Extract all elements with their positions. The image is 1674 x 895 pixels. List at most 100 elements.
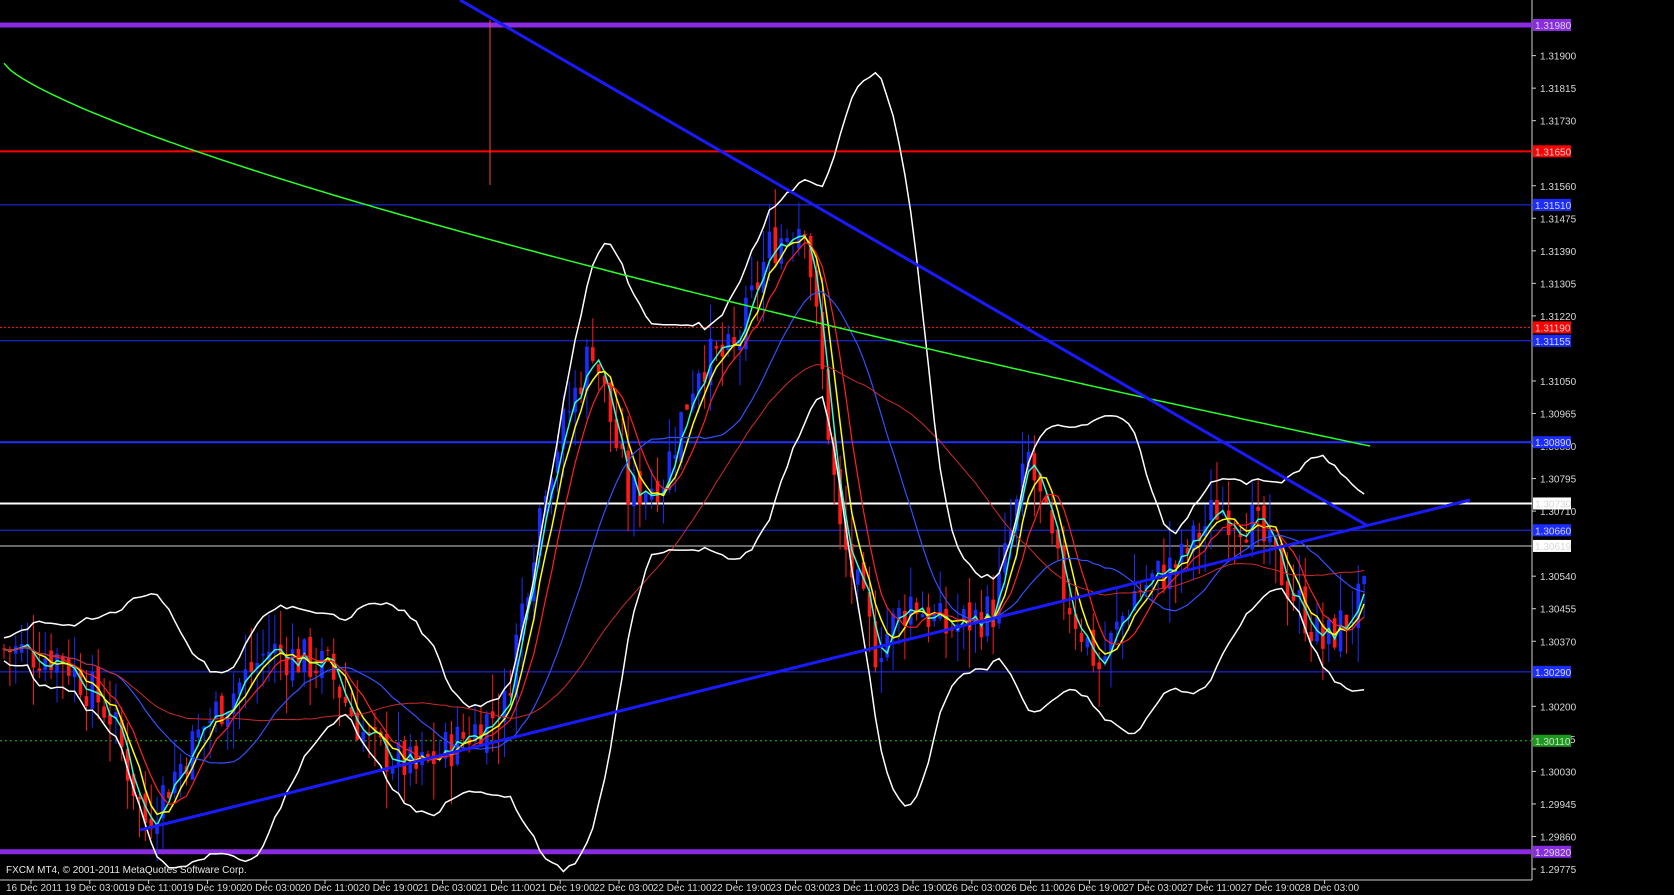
time-tick-label: 16 Dec 2011 [6,883,62,894]
candle-body [296,648,301,673]
candle-body [773,227,778,263]
time-tick-label: 21 Dec 03:00 [418,883,478,894]
candle-body [685,404,689,410]
candle-body [797,228,801,249]
price-tick-label: 1.30455 [1540,605,1577,616]
time-tick-label: 27 Dec 19:00 [1241,883,1301,894]
candle-body [314,670,318,674]
candle-body [102,706,106,718]
time-tick-label: 19 Dec 11:00 [124,883,183,894]
ma-mid-line [3,235,1365,816]
candle-body [337,686,342,698]
time-tick-label: 20 Dec 03:00 [241,883,301,894]
bollinger-upper-line [3,71,1365,709]
candle-body [1209,500,1213,521]
candle-body [261,653,265,656]
price-chart[interactable]: 1.31900 1.31815 1.31730 1.31560 1.31475 1.313… [0,0,1674,895]
time-tick-label: 19 Dec 19:00 [182,883,242,894]
candle-body [196,729,201,738]
candle-body [714,346,719,349]
time-tick-label: 19 Dec 03:00 [65,883,125,894]
time-tick-label: 21 Dec 19:00 [535,883,595,894]
candle-body [461,732,466,739]
copyright-watermark: FXCM MT4, © 2001-2011 MetaQuotes Softwar… [6,865,247,876]
time-tick-label: 23 Dec 19:00 [888,883,948,894]
candle-body [66,657,71,676]
time-tick-label: 22 Dec 03:00 [594,883,654,894]
level-tag-label: 1.30619 [1535,542,1572,553]
price-tick-label: 1.31305 [1540,279,1577,290]
price-tick-label: 1.31560 [1540,182,1577,193]
time-tick-label: 27 Dec 03:00 [1123,883,1183,894]
candle-body [938,602,942,619]
ma-blue-line [3,290,1365,764]
price-tick-label: 1.30540 [1540,572,1577,583]
price-tick-label: 1.30370 [1540,637,1577,648]
trendline-support [139,498,1471,832]
time-tick-label: 23 Dec 03:00 [770,883,830,894]
candle-body [855,569,860,585]
candle-body [1262,505,1266,542]
level-tag-label: 1.31510 [1535,201,1572,212]
candle-body [767,231,772,259]
candle-body [1079,632,1084,642]
candle-body [137,797,142,800]
price-tick-label: 1.30965 [1540,410,1577,421]
time-tick-label: 20 Dec 11:00 [300,883,359,894]
candle-body [96,666,101,703]
candle-body [643,493,648,503]
time-tick-label: 26 Dec 03:00 [947,883,1007,894]
candle-body [249,662,254,672]
candle-body [84,696,89,707]
time-tick-label: 23 Dec 11:00 [829,883,888,894]
price-tick-label: 1.29775 [1540,865,1577,876]
level-tag-label: 1.30110 [1535,737,1571,748]
price-tick-label: 1.31900 [1540,52,1577,63]
price-tick-label: 1.31730 [1540,117,1577,128]
candle-body [414,745,418,769]
price-tick-label: 1.30795 [1540,475,1577,486]
level-tag-label: 1.29820 [1535,848,1572,859]
time-tick-label: 28 Dec 03:00 [1300,883,1360,894]
candle-body [37,668,42,671]
candle-body [903,610,907,625]
price-tick-label: 1.29860 [1540,832,1577,843]
time-tick-label: 22 Dec 11:00 [653,883,712,894]
candle-body [879,658,884,663]
level-tag-label: 1.31980 [1535,21,1572,32]
chart-window[interactable]: 1.31900 1.31815 1.31730 1.31560 1.31475 1.313… [0,0,1674,895]
level-tag-label: 1.31650 [1535,147,1572,158]
time-tick-label: 27 Dec 11:00 [1182,883,1241,894]
candle-body [326,649,330,651]
candle-body [1244,539,1249,543]
ma-200-line [3,62,1371,447]
time-tick-label: 20 Dec 19:00 [359,883,419,894]
price-tick-label: 1.31475 [1540,214,1577,225]
level-tag-label: 1.30730 [1535,499,1572,510]
candle-body [590,347,595,361]
price-tick-label: 1.31220 [1540,312,1577,323]
level-tag-label: 1.30290 [1535,668,1572,679]
candle-body [1067,608,1072,615]
candle-body [1256,506,1260,511]
price-tick-label: 1.31815 [1540,84,1577,95]
level-tag-label: 1.31190 [1535,323,1571,334]
candle-body [1156,560,1160,572]
candle-body [749,285,754,291]
price-tick-label: 1.30030 [1540,767,1577,778]
level-tag-label: 1.31155 [1535,337,1571,348]
candle-body [585,346,589,392]
candle-body [1115,621,1119,630]
price-tick-label: 1.31390 [1540,247,1577,258]
price-tick-label: 1.31050 [1540,377,1577,388]
level-tag-label: 1.30660 [1535,526,1572,537]
time-tick-label: 22 Dec 19:00 [712,883,772,894]
candle-body [343,696,348,703]
time-tick-label: 21 Dec 11:00 [476,883,535,894]
price-tick-label: 1.29945 [1540,800,1577,811]
time-tick-label: 26 Dec 11:00 [1006,883,1065,894]
trendline-resistance [459,0,1369,528]
level-tag-label: 1.30890 [1535,438,1572,449]
candle-body [726,333,731,351]
candle-body [1097,662,1101,670]
